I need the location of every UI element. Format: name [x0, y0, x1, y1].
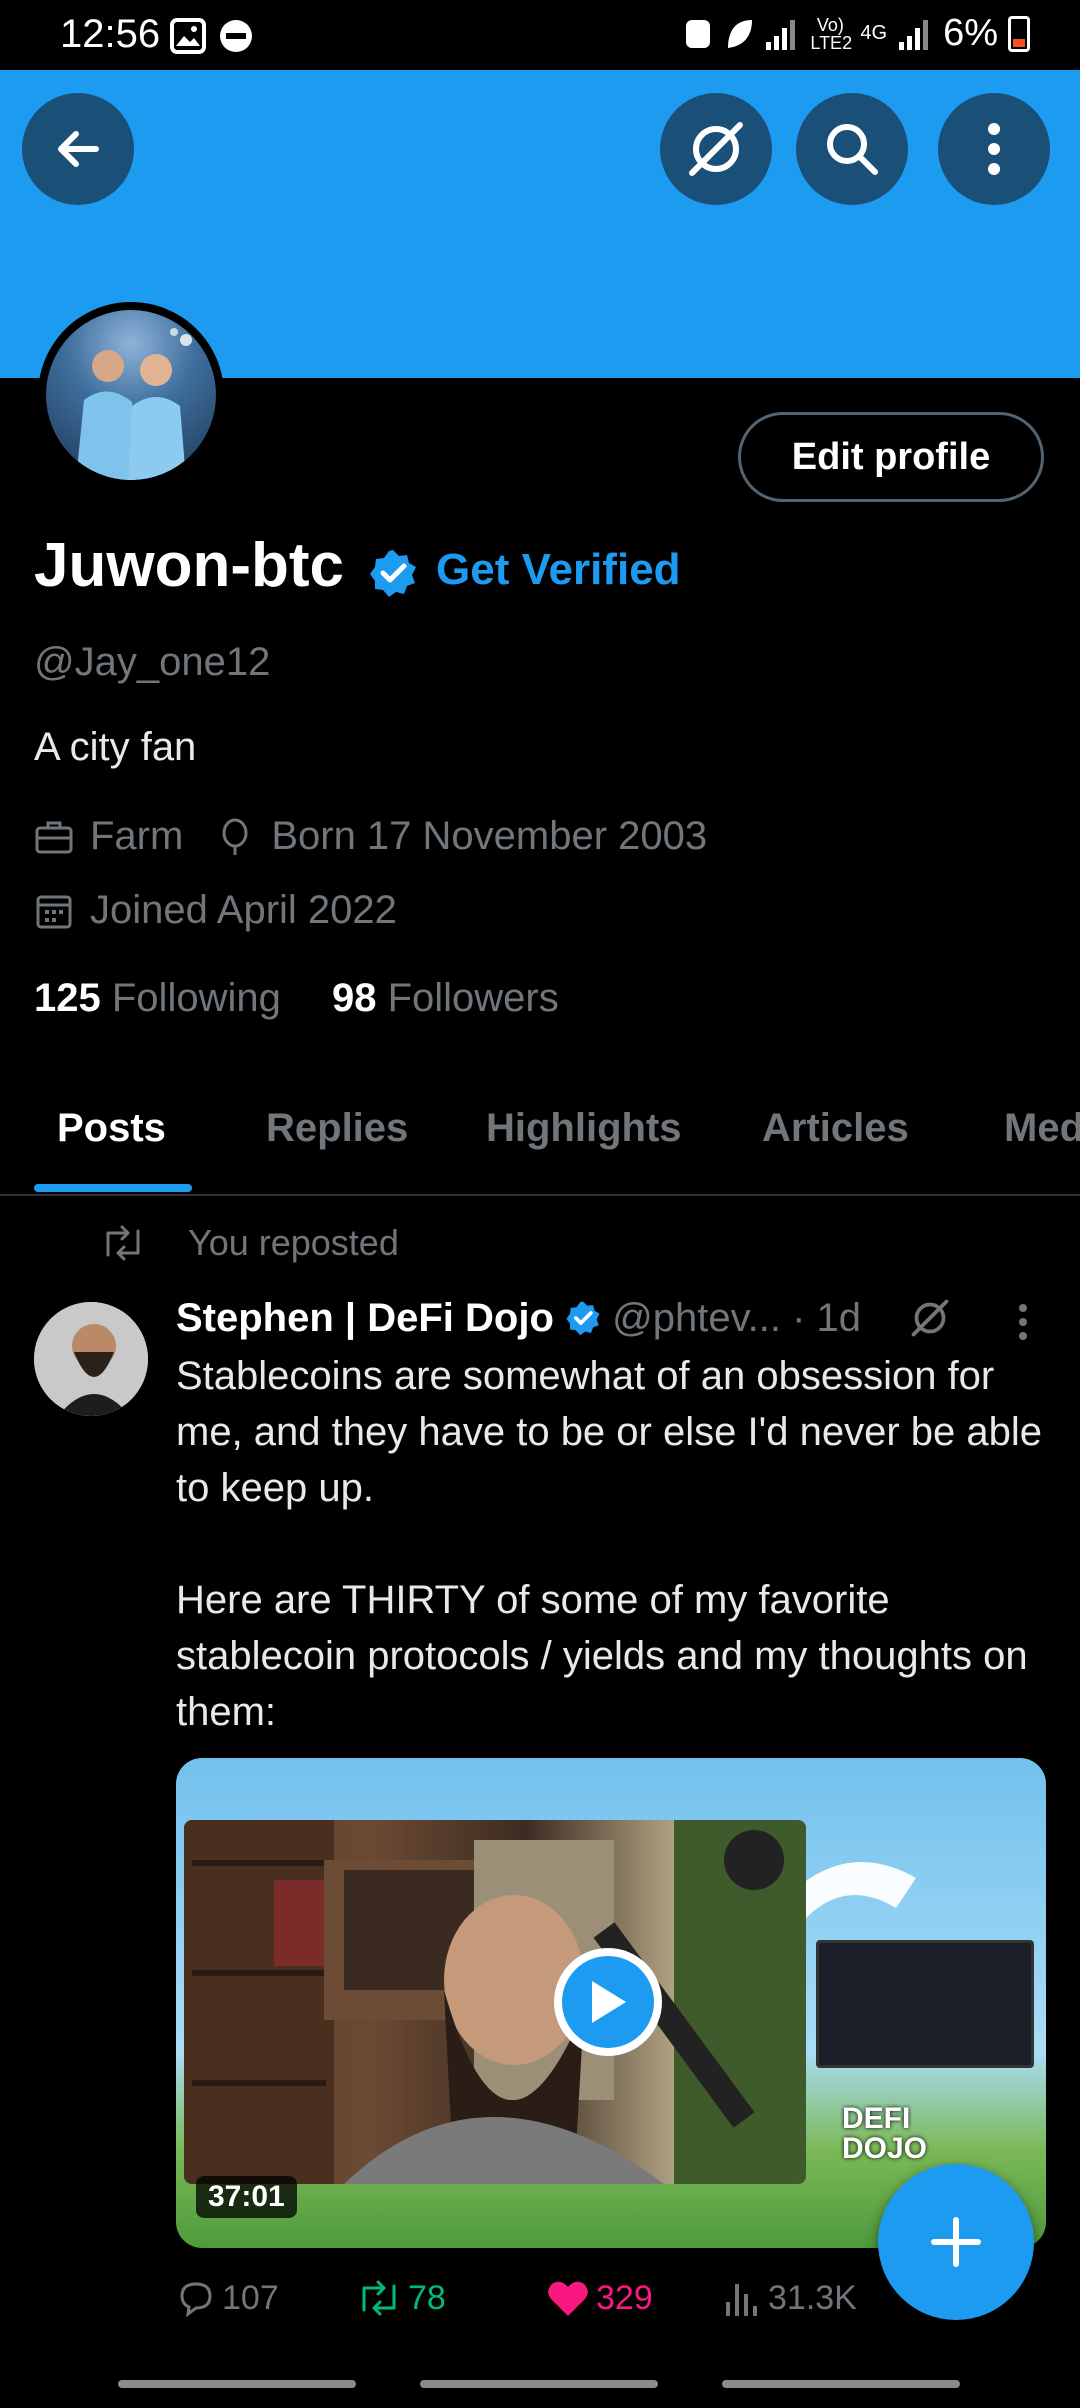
grok-button[interactable]	[660, 93, 772, 205]
app-notification-icon	[686, 19, 711, 48]
post-author-avatar[interactable]	[34, 1302, 148, 1416]
like-count: 329	[596, 2278, 653, 2317]
reply-count: 107	[222, 2278, 279, 2317]
battery-percent: 6%	[943, 12, 998, 54]
play-circle	[562, 1956, 654, 2048]
screen-thumbnail	[816, 1940, 1034, 2068]
video-thumbnail	[184, 1820, 806, 2184]
profile-joined: Joined April 2022	[90, 888, 397, 932]
profile-bio: A city fan	[34, 725, 197, 769]
verified-badge-icon[interactable]	[368, 548, 418, 598]
status-time: 12:56	[60, 12, 161, 56]
followers-count: 98	[331, 976, 377, 1020]
follow-stats: 125 Following 98 Followers	[34, 976, 559, 1021]
post-more-icon[interactable]	[1016, 1302, 1030, 1342]
battery-icon	[1008, 15, 1030, 52]
more-vertical-icon	[988, 123, 1000, 175]
views-icon	[726, 2284, 757, 2316]
profile-meta-row: Farm Born 17 November 2003	[34, 814, 707, 859]
compose-button[interactable]	[878, 2164, 1034, 2320]
author-photo	[34, 1302, 148, 1416]
search-icon	[827, 124, 878, 175]
system-nav-bar	[0, 2352, 1080, 2408]
profile-joined-row: Joined April 2022	[34, 888, 397, 933]
profile-birth: Born 17 November 2003	[271, 814, 708, 858]
followers-link[interactable]: 98 Followers	[332, 976, 559, 1020]
views-button[interactable]: 31.3K	[722, 2278, 857, 2318]
reply-icon	[180, 2282, 212, 2318]
reply-button[interactable]: 107	[176, 2278, 279, 2318]
following-link[interactable]: 125 Following	[34, 976, 281, 1020]
author-verified-icon	[566, 1301, 600, 1336]
leaf-icon	[728, 19, 753, 48]
back-button[interactable]	[22, 93, 134, 205]
play-icon	[592, 1981, 626, 2023]
repost-icon	[106, 1225, 140, 1261]
post-time: · 1d	[792, 1296, 862, 1340]
tab-articles[interactable]: Articles	[762, 1106, 909, 1151]
profile-avatar[interactable]	[38, 302, 224, 488]
tab-posts[interactable]: Posts	[57, 1106, 166, 1151]
profile-handle: @Jay_one12	[34, 640, 271, 684]
gallery-icon	[170, 18, 206, 54]
briefcase-icon	[35, 821, 73, 853]
video-duration: 37:01	[196, 2176, 297, 2218]
nav-recents[interactable]	[118, 2380, 356, 2388]
following-label: Following	[111, 976, 281, 1020]
repost-button[interactable]: 78	[356, 2278, 446, 2318]
avatar-image	[46, 310, 216, 480]
tab-highlights[interactable]: Highlights	[486, 1106, 682, 1151]
status-right: Vo) LTE2 4G 6%	[684, 12, 1030, 55]
defi-dojo-logo: DEFI DOJO	[842, 2102, 928, 2165]
avatar-photo	[76, 328, 192, 480]
signal-2-icon	[899, 19, 929, 50]
heart-icon	[548, 2281, 588, 2316]
profile-name: Juwon-btc	[34, 531, 344, 600]
calendar-icon	[36, 895, 72, 928]
post-grok-icon[interactable]	[906, 1294, 954, 1342]
post-author-name[interactable]: Stephen | DeFi Dojo	[176, 1296, 554, 1340]
balloon-icon	[222, 818, 248, 855]
status-bar: 12:56 Vo) LTE2 4G 6%	[0, 0, 1080, 70]
tab-media[interactable]: Media	[1004, 1106, 1080, 1151]
network-label: 4G	[860, 22, 888, 44]
repost-action-icon	[362, 2280, 396, 2316]
play-button[interactable]	[554, 1948, 662, 2056]
volte-label: Vo) LTE2	[810, 14, 853, 53]
post-author-handle: @phtev...	[612, 1296, 781, 1340]
profile-job: Farm	[90, 814, 184, 858]
plus-icon	[931, 2217, 981, 2267]
repost-label: You reposted	[188, 1222, 399, 1263]
get-verified-link[interactable]: Get Verified	[436, 545, 681, 595]
dnd-icon	[220, 20, 252, 52]
search-button[interactable]	[796, 93, 908, 205]
nav-home[interactable]	[420, 2380, 658, 2388]
profile-tabs: Posts Replies Highlights Articles Media	[0, 1058, 1080, 1196]
following-count: 125	[34, 976, 101, 1020]
like-button[interactable]: 329	[546, 2278, 653, 2318]
video-scene	[184, 1820, 806, 2184]
views-count: 31.3K	[768, 2278, 857, 2317]
tab-replies[interactable]: Replies	[266, 1106, 408, 1151]
repost-indicator: You reposted	[100, 1222, 399, 1264]
signal-icon	[766, 19, 796, 50]
grok-icon	[689, 122, 743, 176]
more-options-button[interactable]	[938, 93, 1050, 205]
post-header: Stephen | DeFi Dojo @phtev... · 1d	[176, 1296, 861, 1341]
active-tab-indicator	[34, 1184, 192, 1192]
edit-profile-button[interactable]: Edit profile	[738, 412, 1044, 502]
nav-back[interactable]	[722, 2380, 960, 2388]
arrow-left-icon	[58, 131, 99, 167]
repost-count: 78	[408, 2278, 446, 2317]
post-text: Stablecoins are somewhat of an obsession…	[176, 1354, 1042, 1734]
followers-label: Followers	[387, 976, 559, 1020]
